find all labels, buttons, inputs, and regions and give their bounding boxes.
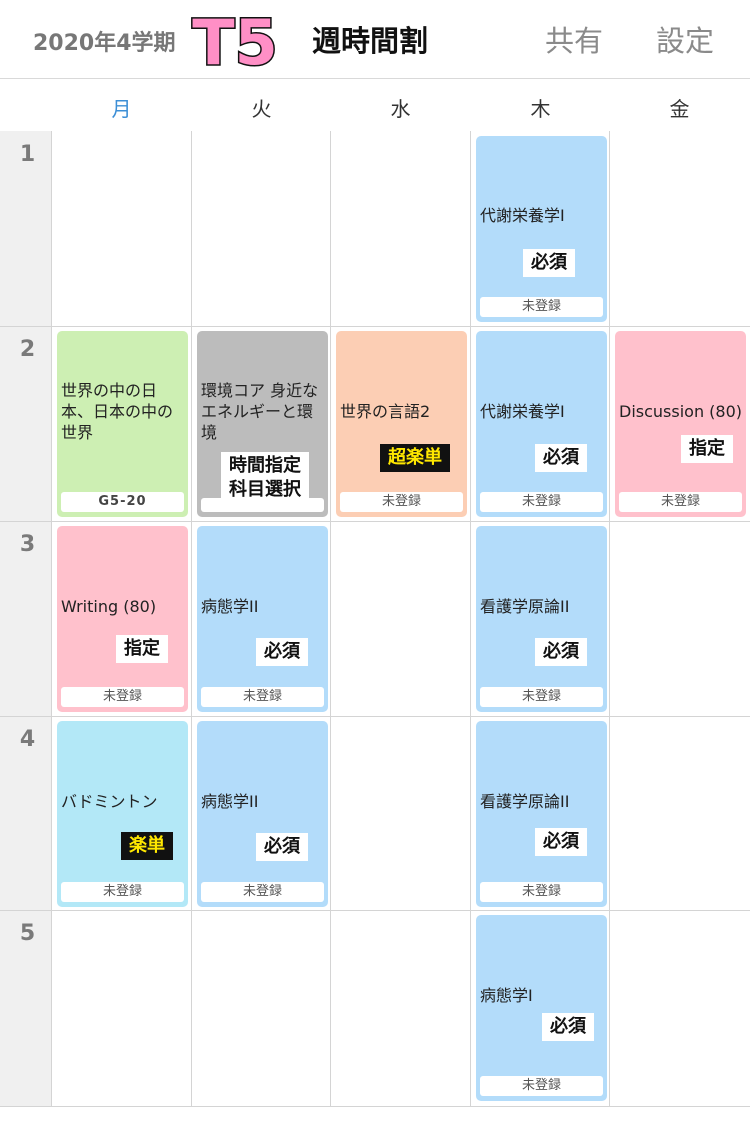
empty-slot-wed-4[interactable] [331,717,469,909]
registration-status: 未登録 [480,882,603,902]
course-tag: 楽単 [121,832,173,860]
page-title: 週時間割 [312,24,429,58]
course-name: 看護学原論II [480,597,570,616]
course-tag: 必須 [535,444,587,472]
registration-status: 未登録 [480,1076,603,1096]
empty-slot-wed-3[interactable] [331,522,469,715]
registration-status: 未登録 [619,492,742,512]
registration-status: 未登録 [480,492,603,512]
empty-slot-mon-5[interactable] [52,911,190,1105]
svg-text:T5: T5 [192,6,277,76]
period-4-label: 4 [19,727,36,752]
course-card-mon-4[interactable]: バドミントン 楽単 未登録 [57,721,188,907]
empty-slot-wed-1[interactable] [331,131,469,325]
registration-status: 未登録 [340,492,463,512]
course-tag: 必須 [523,249,575,277]
course-tag: 指定 [681,435,733,463]
empty-slot-fri-4[interactable] [610,717,749,909]
course-tag: 必須 [256,638,308,666]
timetable-grid: 1 2 3 4 5 代謝栄養学I 必須 未登録 世界の中の日本、日本の中の世界 … [0,131,750,1106]
registration-status: 未登録 [61,882,184,902]
course-name: 代謝栄養学I [480,402,565,421]
course-tag: 時間指定科目選択 [221,452,309,504]
course-tag: 指定 [116,635,168,663]
course-tag: 必須 [535,828,587,856]
course-card-thu-5[interactable]: 病態学I 必須 未登録 [476,915,607,1101]
course-card-tue-2[interactable]: 環境コア 身近なエネルギーと環境 時間指定科目選択 [197,331,328,517]
day-tue: 火 [251,97,272,121]
app-header: 2020年4学期 T5 週時間割 共有 設定 [0,0,750,79]
course-tag: 必須 [542,1013,594,1041]
empty-slot-fri-1[interactable] [610,131,749,325]
room-code: G5-20 [61,492,184,512]
registration-status: 未登録 [61,687,184,707]
course-tag: 必須 [256,833,308,861]
course-name: Writing (80) [61,597,157,616]
day-fri: 金 [669,97,690,121]
course-card-tue-3[interactable]: 病態学II 必須 未登録 [197,526,328,712]
course-tag: 必須 [535,638,587,666]
course-name: 環境コア 身近なエネルギーと環境 [201,381,319,442]
course-name: 世界の言語2 [340,402,431,421]
day-wed: 水 [390,97,411,121]
period-column: 1 2 3 4 5 [0,131,52,1106]
empty-slot-tue-1[interactable] [192,131,329,325]
course-card-thu-4[interactable]: 看護学原論II 必須 未登録 [476,721,607,907]
period-3-label: 3 [19,532,36,557]
empty-slot-fri-3[interactable] [610,522,749,715]
course-card-mon-3[interactable]: Writing (80) 指定 未登録 [57,526,188,712]
course-card-thu-1[interactable]: 代謝栄養学I 必須 未登録 [476,136,607,322]
settings-button[interactable]: 設定 [656,18,714,60]
registration-status: 未登録 [480,297,603,317]
course-card-thu-3[interactable]: 看護学原論II 必須 未登録 [476,526,607,712]
course-card-wed-2[interactable]: 世界の言語2 超楽単 未登録 [336,331,467,517]
course-tag: 超楽単 [380,444,450,472]
empty-slot-wed-5[interactable] [331,911,469,1105]
course-name: バドミントン [61,792,158,811]
course-name: 病態学II [201,597,259,616]
course-name: Discussion (80) [619,402,743,421]
course-name: 看護学原論II [480,792,570,811]
course-name: 世界の中の日本、日本の中の世界 [61,381,174,442]
t5-logo: T5 [191,6,279,76]
empty-slot-tue-5[interactable] [192,911,329,1105]
registration-status: 未登録 [201,687,324,707]
course-name: 病態学II [201,792,259,811]
period-2-label: 2 [19,337,36,362]
empty-slot-mon-1[interactable] [52,131,190,325]
course-card-fri-2[interactable]: Discussion (80) 指定 未登録 [615,331,746,517]
registration-status: 未登録 [480,687,603,707]
empty-slot-fri-5[interactable] [610,911,749,1105]
period-1-label: 1 [19,142,36,167]
day-thu: 木 [530,97,551,121]
course-name: 代謝栄養学I [480,206,565,225]
course-name: 病態学I [480,986,533,1005]
weekday-header: 月 火 水 木 金 [0,79,750,132]
course-card-thu-2[interactable]: 代謝栄養学I 必須 未登録 [476,331,607,517]
grid-divider [470,131,471,1106]
course-card-mon-2[interactable]: 世界の中の日本、日本の中の世界 G5-20 [57,331,188,517]
course-card-tue-4[interactable]: 病態学II 必須 未登録 [197,721,328,907]
bottom-spacer [0,1106,750,1126]
share-button[interactable]: 共有 [545,18,603,60]
term-label[interactable]: 2020年4学期 [33,25,176,57]
grid-divider [0,326,750,327]
period-5-label: 5 [19,921,36,946]
day-mon: 月 [111,97,132,121]
registration-status: 未登録 [201,882,324,902]
